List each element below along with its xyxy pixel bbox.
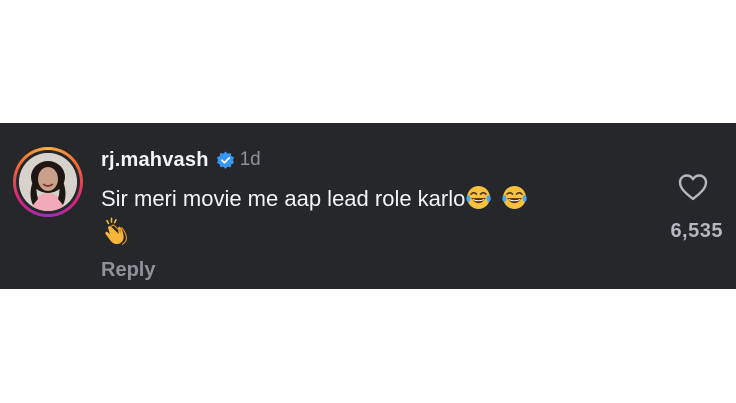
face-with-tears-of-joy-icon — [501, 184, 528, 211]
face-with-tears-of-joy-icon — [465, 184, 492, 211]
avatar[interactable] — [19, 153, 77, 211]
verified-badge-icon — [216, 150, 235, 170]
username-link[interactable]: rj.mahvash — [101, 149, 209, 172]
like-count: 6,535 — [670, 220, 723, 242]
comment-card: rj.mahvash 1d Sir meri movie me aap lead… — [0, 123, 736, 289]
comment-timestamp: 1d — [239, 149, 261, 170]
comment-header: rj.mahvash 1d — [101, 148, 261, 172]
avatar-frame — [16, 150, 80, 214]
reply-button[interactable]: Reply — [101, 259, 155, 282]
heart-outline-icon[interactable] — [677, 172, 709, 202]
comment-body: Sir meri movie me aap lead role karlo — [101, 183, 641, 214]
story-ring[interactable] — [13, 147, 83, 217]
clapping-hands-icon — [101, 216, 131, 246]
comment-text: Sir meri movie me aap lead role karlo — [101, 186, 466, 211]
page: rj.mahvash 1d Sir meri movie me aap lead… — [0, 0, 736, 403]
